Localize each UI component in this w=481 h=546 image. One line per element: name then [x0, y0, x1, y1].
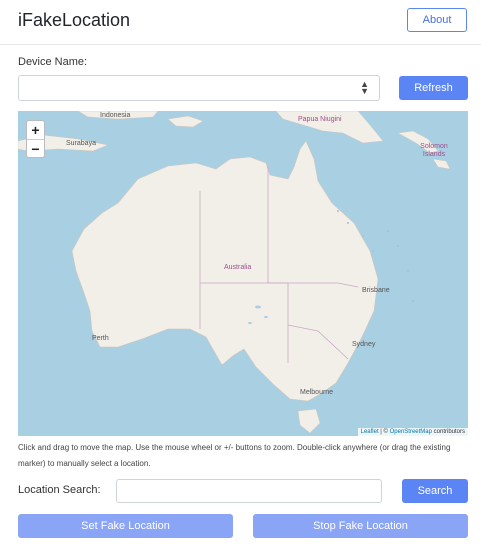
map-tiles — [18, 111, 451, 434]
solomon-island-2 — [432, 158, 451, 170]
map-label-papua: Papua Niugini — [298, 116, 342, 123]
map-hint-text: Click and drag to move the map. Use the … — [18, 443, 451, 468]
app-title: iFakeLocation — [18, 10, 131, 30]
map-label-surabaya: Surabaya — [66, 140, 96, 147]
refresh-button[interactable]: Refresh — [399, 76, 468, 100]
island-land — [167, 115, 204, 128]
location-search-input[interactable] — [116, 479, 382, 503]
map-attribution: Leaflet | © OpenStreetMap contributors — [357, 428, 468, 436]
map-label-solomon: Solomon Islands — [420, 143, 448, 158]
map-label-sydney: Sydney — [352, 341, 376, 348]
map-label-australia: Australia — [224, 264, 252, 271]
zoom-out-button[interactable]: − — [27, 140, 44, 158]
app-header: iFakeLocation About — [0, 0, 481, 45]
select-arrows-icon: ▲ ▼ — [360, 79, 369, 96]
tasmania-land — [297, 408, 321, 434]
search-button[interactable]: Search — [402, 479, 468, 503]
stop-fake-location-button[interactable]: Stop Fake Location — [253, 514, 468, 538]
osm-link[interactable]: OpenStreetMap — [390, 429, 432, 435]
australia-land — [71, 140, 379, 402]
map[interactable]: Indonesia Surabaya Papua Niugini Solomon… — [18, 111, 468, 436]
map-label-indonesia: Indonesia — [100, 112, 131, 119]
map-label-brisbane: Brisbane — [362, 287, 390, 294]
location-search-label: Location Search: — [18, 484, 101, 496]
map-label-melbourne: Melbourne — [300, 389, 334, 396]
set-fake-location-button[interactable]: Set Fake Location — [18, 514, 233, 538]
about-button[interactable]: About — [407, 8, 467, 32]
attribution-suffix: contributors — [431, 429, 465, 435]
map-label-perth: Perth — [92, 335, 109, 342]
device-select[interactable]: ▲ ▼ — [18, 75, 380, 101]
device-name-label: Device Name: — [18, 56, 88, 68]
zoom-control: + − — [26, 120, 45, 158]
leaflet-link[interactable]: Leaflet — [361, 429, 379, 435]
attribution-separator: | © — [378, 429, 390, 435]
zoom-in-button[interactable]: + — [27, 121, 44, 140]
